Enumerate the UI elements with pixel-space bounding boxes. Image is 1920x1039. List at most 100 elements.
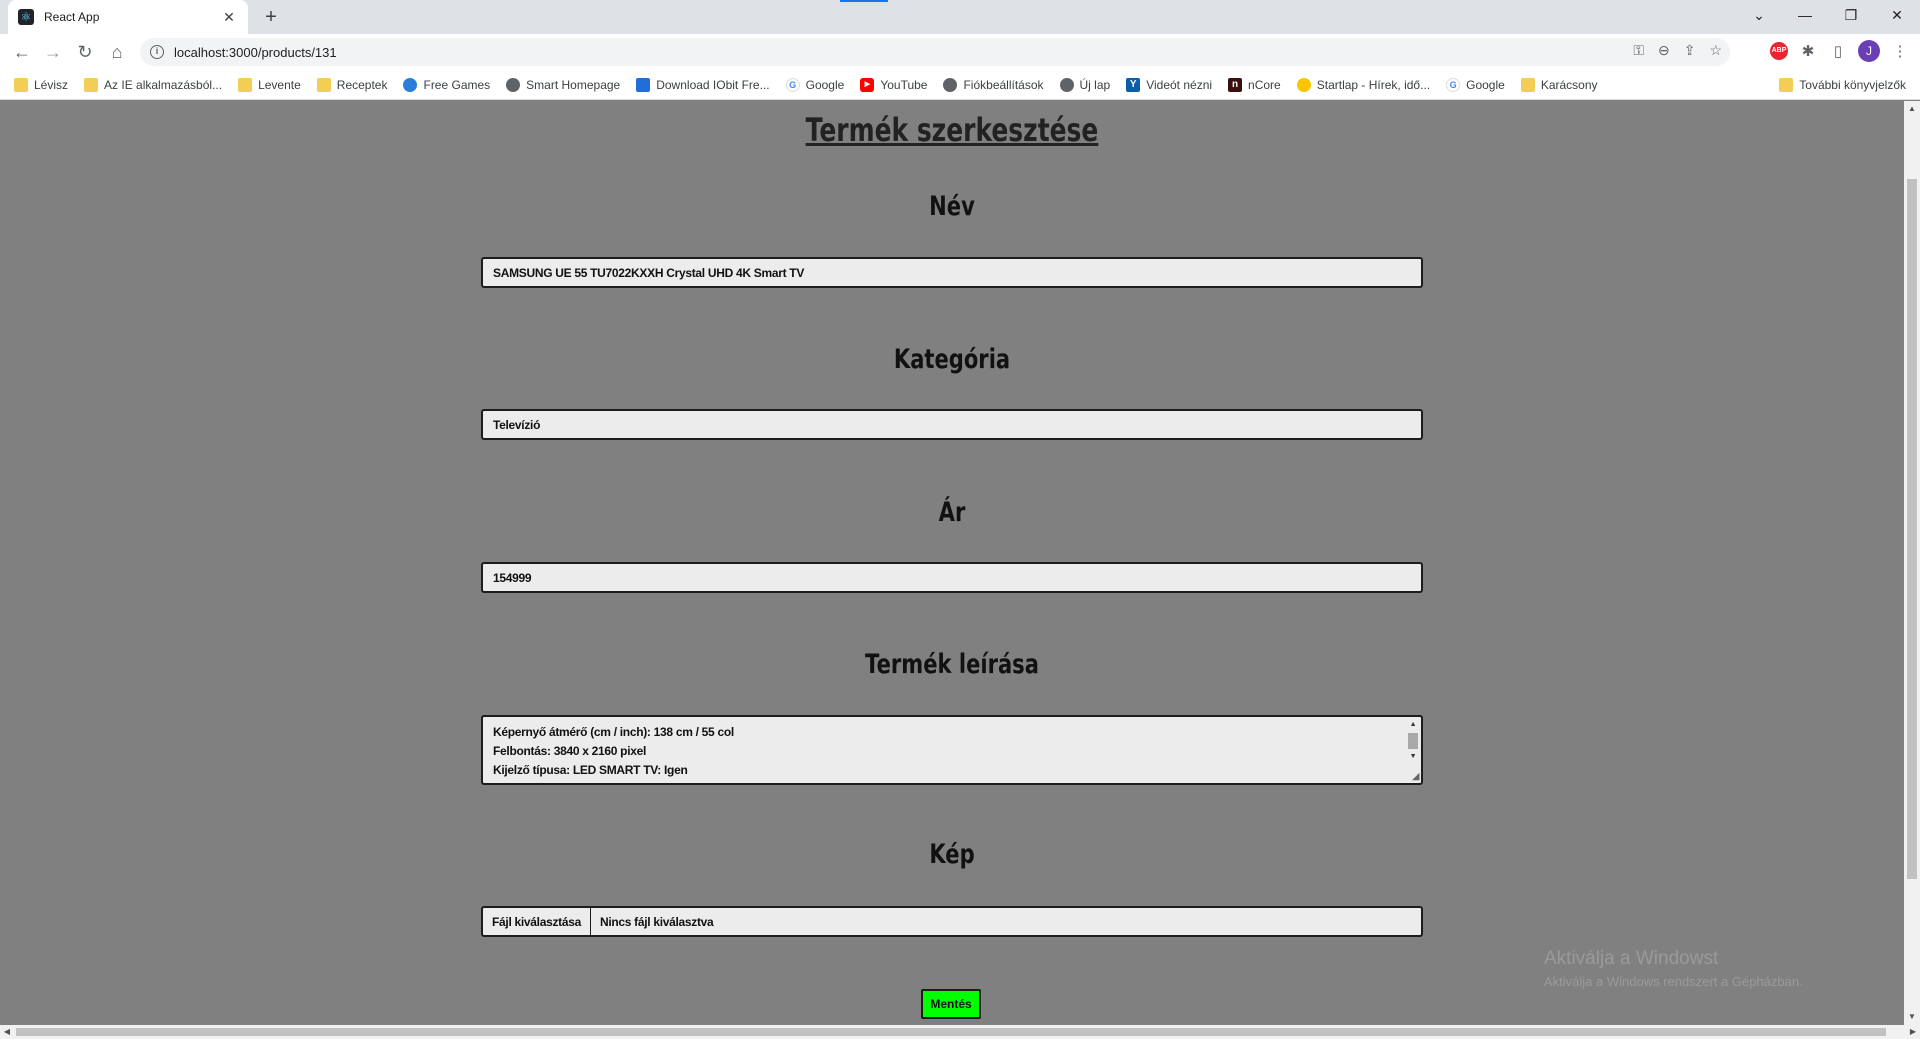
category-label: Kategória	[893, 344, 1011, 375]
bookmark-item[interactable]: Új lap	[1059, 77, 1111, 92]
bookmark-label: YouTube	[880, 77, 928, 92]
adblock-plus-icon[interactable]: ABP	[1770, 42, 1788, 60]
forward-arrow-icon[interactable]: →	[41, 40, 65, 64]
file-status-text: Nincs fájl kiválasztva	[599, 914, 714, 929]
y-icon: Y	[1126, 77, 1141, 92]
bookmark-item[interactable]: Receptek	[316, 77, 388, 92]
side-panel-icon[interactable]: ▯	[1828, 42, 1848, 60]
globe-icon	[943, 77, 958, 92]
description-textarea[interactable]: Képernyő átmérő (cm / inch): 138 cm / 55…	[481, 715, 1423, 785]
bookmark-item[interactable]: Fiókbeállítások	[943, 77, 1044, 92]
name-input[interactable]: SAMSUNG UE 55 TU7022KXXH Crystal UHD 4K …	[481, 257, 1423, 288]
vertical-scroll-thumb[interactable]	[1907, 179, 1917, 879]
scroll-right-icon[interactable]: ▶	[1906, 1025, 1920, 1039]
category-input[interactable]: Televízió	[481, 409, 1423, 440]
scroll-down-icon[interactable]: ▼	[1407, 751, 1419, 763]
share-icon[interactable]: ⇪	[1684, 42, 1696, 59]
price-label: Ár	[938, 497, 966, 528]
bookmark-label: Lévisz	[34, 77, 69, 92]
name-label: Név	[929, 191, 975, 222]
youtube-icon: ▶	[860, 77, 875, 92]
bookmark-label: Smart Homepage	[526, 77, 621, 92]
scroll-up-icon[interactable]: ▲	[1904, 101, 1920, 117]
bookmark-label: Fiókbeállítások	[963, 77, 1044, 92]
browser-tab[interactable]: ⚛ React App ✕	[8, 0, 248, 34]
bookmark-label: Receptek	[336, 77, 388, 92]
bookmark-item[interactable]: Smart Homepage	[506, 77, 621, 92]
bookmark-item[interactable]: Y Videót nézni	[1126, 77, 1213, 92]
horizontal-scrollbar[interactable]: ◀ ▶	[0, 1025, 1920, 1039]
bookmark-label: Videót nézni	[1146, 77, 1213, 92]
description-label: Termék leírása	[865, 649, 1039, 680]
page-title: Termék szerkesztése	[805, 111, 1099, 149]
description-line: Felbontás: 3840 x 2160 pixel	[493, 744, 647, 758]
bookmark-item[interactable]: n nCore	[1228, 77, 1281, 92]
extension-area: ABP ✱ ▯ J ⋮	[1770, 40, 1910, 62]
back-arrow-icon[interactable]: ←	[10, 40, 34, 64]
vertical-scrollbar[interactable]: ▲ ▼	[1904, 101, 1920, 1025]
browser-menu-icon[interactable]: ⋮	[1890, 42, 1910, 60]
bookmark-label: Karácsony	[1540, 77, 1598, 92]
bookmark-item[interactable]: Karácsony	[1520, 77, 1598, 92]
folder-icon	[1520, 77, 1535, 92]
tab-list-chevron-down-icon[interactable]: ⌄	[1736, 0, 1782, 30]
bookmark-item[interactable]: G Google	[1446, 77, 1505, 92]
browser-toolbar: ← → ↻ ⌂ i localhost:3000/products/131 ⚿ …	[0, 34, 1920, 70]
bookmark-label: Google	[1466, 77, 1505, 92]
key-icon[interactable]: ⚿	[1633, 42, 1644, 59]
scroll-down-icon[interactable]: ▼	[1904, 1009, 1920, 1025]
zoom-icon[interactable]: ⊖	[1658, 42, 1670, 59]
window-controls: ⌄ — ❐ ✕	[1736, 0, 1920, 30]
extensions-puzzle-icon[interactable]: ✱	[1798, 42, 1818, 60]
startlap-icon	[1296, 77, 1311, 92]
price-input[interactable]: 154999	[481, 562, 1423, 593]
bookmark-label: Az IE alkalmazásból...	[104, 77, 223, 92]
globe-icon	[1059, 77, 1074, 92]
close-tab-icon[interactable]: ✕	[220, 9, 238, 26]
bookmark-label: nCore	[1248, 77, 1281, 92]
minimize-button[interactable]: —	[1782, 0, 1828, 30]
site-info-icon[interactable]: i	[150, 45, 164, 59]
scroll-left-icon[interactable]: ◀	[0, 1025, 14, 1039]
reload-icon[interactable]: ↻	[73, 40, 97, 64]
page-content: Termék szerkesztése Név SAMSUNG UE 55 TU…	[0, 101, 1904, 1025]
other-bookmarks-label: További könyvjelzők	[1799, 78, 1906, 92]
image-label: Kép	[929, 839, 975, 870]
bookmark-label: Új lap	[1079, 77, 1111, 92]
scroll-up-icon[interactable]: ▲	[1407, 719, 1419, 731]
folder-icon	[316, 77, 331, 92]
close-window-button[interactable]: ✕	[1874, 0, 1920, 30]
windows-activation-watermark: Aktiválja a Windowst Aktiválja a Windows…	[1544, 948, 1803, 989]
bookmark-item[interactable]: ▶ YouTube	[860, 77, 928, 92]
folder-icon	[84, 77, 99, 92]
bookmark-item[interactable]: Levente	[238, 77, 301, 92]
address-bar[interactable]: i localhost:3000/products/131 ⚿ ⊖ ⇪ ☆	[140, 38, 1730, 66]
free-games-icon	[403, 77, 418, 92]
bookmark-item[interactable]: Startlap - Hírek, idő...	[1296, 77, 1431, 92]
bookmark-star-icon[interactable]: ☆	[1709, 42, 1722, 59]
tab-loading-indicator	[840, 0, 888, 2]
iobit-icon	[636, 77, 651, 92]
save-button[interactable]: Mentés	[921, 989, 981, 1019]
description-line: Képernyő átmérő (cm / inch): 138 cm / 55…	[493, 725, 734, 739]
resize-handle-icon[interactable]: ◢	[1412, 771, 1419, 782]
bookmark-item[interactable]: G Google	[785, 77, 844, 92]
bookmark-item[interactable]: Az IE alkalmazásból...	[84, 77, 223, 92]
new-tab-button[interactable]: +	[258, 4, 284, 30]
choose-file-button[interactable]: Fájl kiválasztása	[483, 908, 591, 935]
profile-avatar[interactable]: J	[1858, 40, 1880, 62]
other-bookmarks[interactable]: További könyvjelzők	[1779, 78, 1906, 92]
bookmark-item[interactable]: Free Games	[403, 77, 490, 92]
ncore-icon: n	[1228, 77, 1243, 92]
textarea-scroll-thumb[interactable]	[1408, 733, 1418, 749]
home-icon[interactable]: ⌂	[105, 40, 129, 64]
restore-button[interactable]: ❐	[1828, 0, 1874, 30]
bookmark-label: Startlap - Hírek, idő...	[1316, 77, 1431, 92]
image-file-input[interactable]: Fájl kiválasztása Nincs fájl kiválasztva	[481, 906, 1423, 937]
horizontal-scroll-thumb[interactable]	[16, 1028, 1886, 1036]
bookmark-item[interactable]: Lévisz	[14, 77, 69, 92]
url-text[interactable]: localhost:3000/products/131	[174, 45, 337, 60]
tab-strip: ⚛ React App ✕ + ⌄ — ❐ ✕	[0, 0, 1920, 34]
textarea-scrollbar[interactable]: ▲ ▼	[1407, 719, 1419, 760]
bookmark-item[interactable]: Download IObit Fre...	[636, 77, 770, 92]
